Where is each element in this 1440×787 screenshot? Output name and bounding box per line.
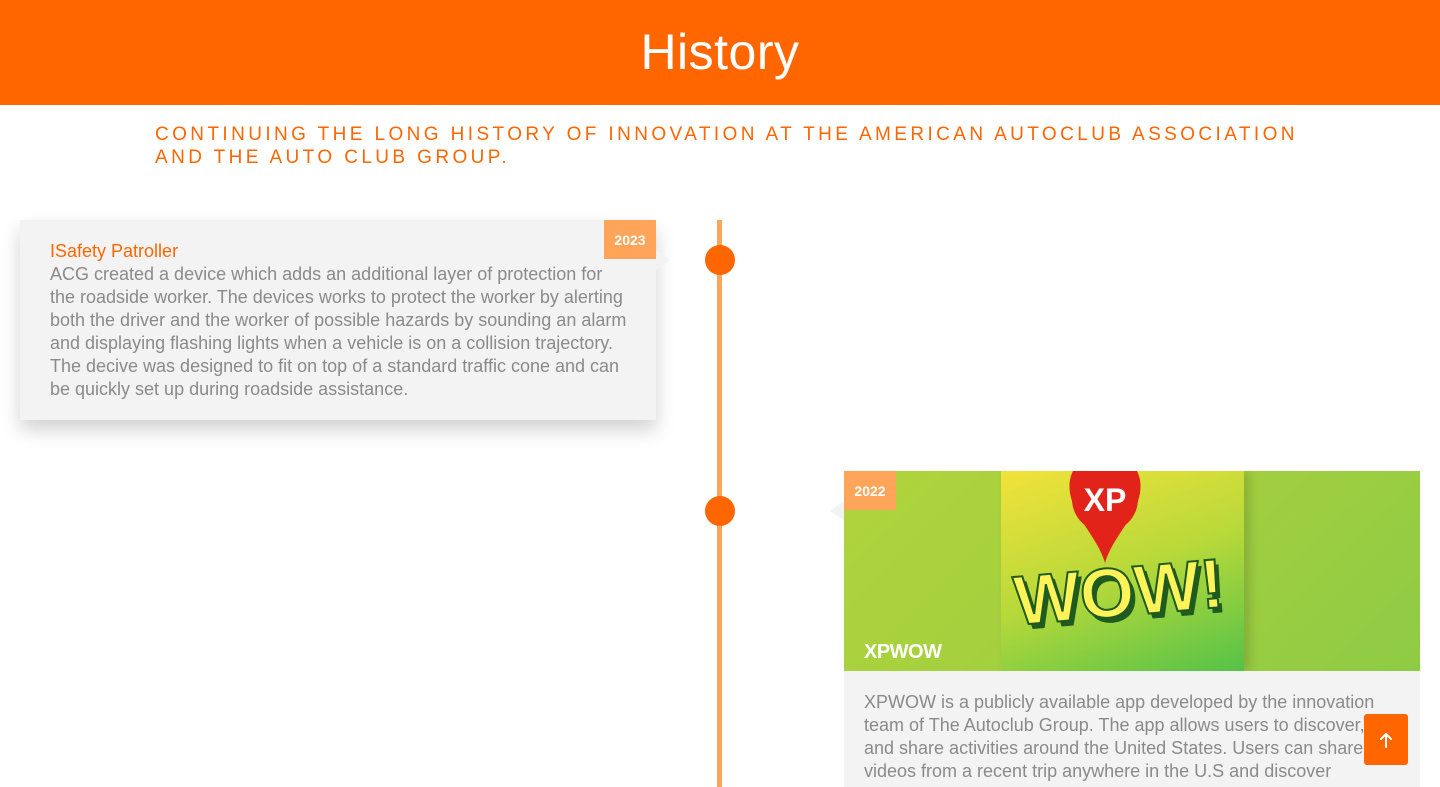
card-title: ISafety Patroller: [50, 241, 179, 261]
card-pointer: [830, 501, 844, 521]
timeline-card-xpwow: XP WOW! WOW! 2022 XPWOW XPWOW is a publi…: [844, 471, 1420, 787]
logo-panel: XP WOW! WOW!: [1001, 471, 1244, 671]
card-title: XPWOW: [864, 641, 942, 663]
page-header: History: [0, 0, 1440, 105]
page-title: History: [640, 23, 800, 80]
xpwow-logo-image: XP WOW! WOW! 2022 XPWOW: [844, 471, 1420, 671]
scroll-to-top-button[interactable]: [1364, 714, 1408, 765]
page-subtitle: Continuing the long history of innovatio…: [155, 124, 1298, 168]
card-pointer: [656, 250, 670, 270]
arrow-up-icon: [1380, 732, 1392, 748]
timeline-dot: [705, 496, 735, 526]
year-badge: 2023: [604, 220, 656, 259]
timeline-card-isafety-patroller: 2023 ISafety Patroller ACG created a dev…: [20, 220, 670, 420]
card-description: XPWOW is a publicly available app develo…: [864, 692, 1404, 781]
svg-text:XP: XP: [1084, 482, 1127, 518]
year-badge: 2022: [844, 471, 896, 510]
card-description: ACG created a device which adds an addit…: [50, 264, 627, 399]
xpwow-logo-icon: XP WOW! WOW!: [1010, 471, 1231, 645]
timeline-dot: [705, 245, 735, 275]
